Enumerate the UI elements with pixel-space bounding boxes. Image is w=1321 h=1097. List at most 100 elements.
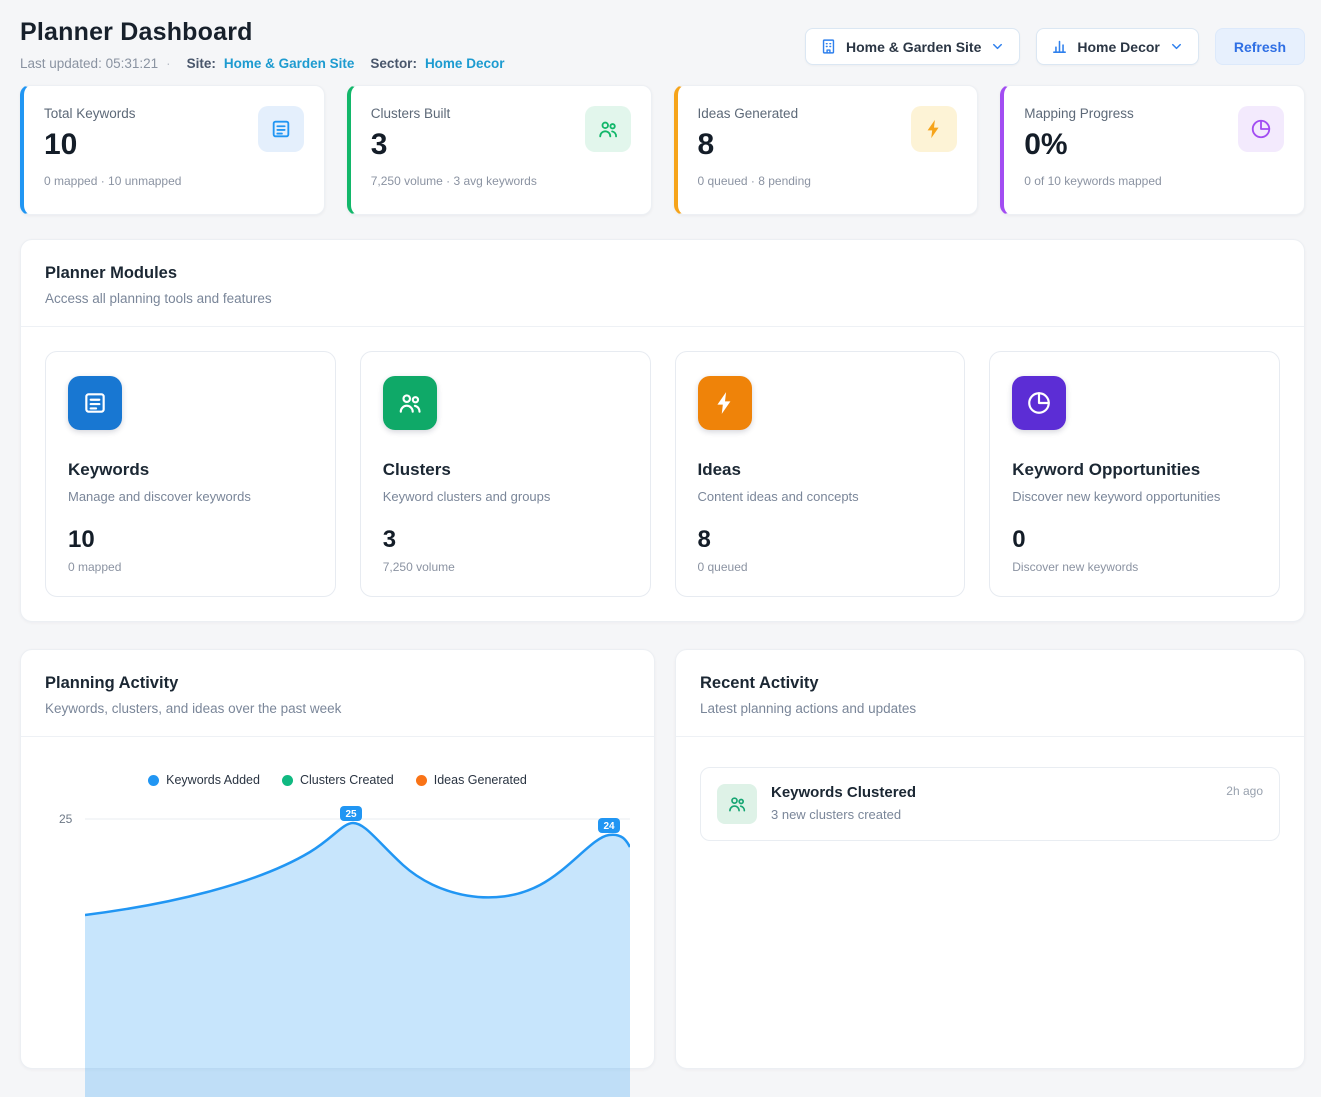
legend-dot-orange	[416, 775, 427, 786]
stat-detail: 7,250 volume · 3 avg keywords	[371, 174, 537, 188]
last-updated-text: Last updated: 05:31:21	[20, 56, 158, 71]
sector-selector-dropdown[interactable]: Home Decor	[1036, 28, 1198, 65]
site-selector-label: Home & Garden Site	[846, 39, 981, 55]
bottom-row: Planning Activity Keywords, clusters, an…	[20, 649, 1305, 1069]
planner-modules-panel: Planner Modules Access all planning tool…	[20, 239, 1305, 622]
stat-detail: 0 of 10 keywords mapped	[1024, 174, 1161, 188]
activity-description: 3 new clusters created	[771, 807, 1263, 822]
group-icon	[585, 106, 631, 152]
bar-chart-icon	[1051, 38, 1068, 55]
legend-label: Ideas Generated	[434, 773, 527, 787]
recent-activity-panel: Recent Activity Latest planning actions …	[675, 649, 1305, 1069]
legend-dot-green	[282, 775, 293, 786]
modules-title: Planner Modules	[45, 264, 1280, 283]
module-card-keyword-opportunities[interactable]: Keyword Opportunities Discover new keywo…	[989, 351, 1280, 597]
lightning-icon	[698, 376, 752, 430]
svg-text:24: 24	[603, 821, 615, 832]
stat-card-total-keywords: Total Keywords 10 0 mapped · 10 unmapped	[20, 85, 325, 215]
stat-value: 8	[698, 130, 811, 160]
module-description: Content ideas and concepts	[698, 489, 943, 504]
meta-separator: ·	[166, 56, 171, 71]
stat-value: 3	[371, 130, 537, 160]
legend-label: Clusters Created	[300, 773, 394, 787]
pie-chart-icon	[1238, 106, 1284, 152]
stats-row: Total Keywords 10 0 mapped · 10 unmapped…	[20, 85, 1305, 215]
module-detail: 7,250 volume	[383, 560, 628, 574]
pie-chart-icon	[1012, 376, 1066, 430]
stat-label: Total Keywords	[44, 106, 181, 121]
module-detail: Discover new keywords	[1012, 560, 1257, 574]
planning-activity-title: Planning Activity	[45, 674, 630, 693]
modules-subtitle: Access all planning tools and features	[45, 291, 1280, 306]
site-selector-dropdown[interactable]: Home & Garden Site	[805, 28, 1020, 65]
module-value: 8	[698, 528, 943, 552]
header-controls: Home & Garden Site Home Decor Refresh	[805, 28, 1305, 65]
header-meta: Last updated: 05:31:21 · Site: Home & Ga…	[20, 56, 504, 71]
module-description: Manage and discover keywords	[68, 489, 313, 504]
sector-link[interactable]: Home Decor	[425, 56, 505, 71]
page-title: Planner Dashboard	[20, 18, 504, 47]
building-icon	[820, 38, 837, 55]
module-title: Clusters	[383, 460, 628, 480]
lightning-icon	[911, 106, 957, 152]
page-header: Planner Dashboard Last updated: 05:31:21…	[20, 18, 1305, 71]
y-axis-tick: 25	[59, 812, 72, 826]
legend-item-ideas-generated[interactable]: Ideas Generated	[416, 773, 527, 787]
stat-value: 10	[44, 130, 181, 160]
legend-item-keywords-added[interactable]: Keywords Added	[148, 773, 260, 787]
legend-item-clusters-created[interactable]: Clusters Created	[282, 773, 394, 787]
modules-grid: Keywords Manage and discover keywords 10…	[21, 327, 1304, 621]
stat-card-ideas-generated: Ideas Generated 8 0 queued · 8 pending	[674, 85, 979, 215]
legend-label: Keywords Added	[166, 773, 260, 787]
stat-detail: 0 queued · 8 pending	[698, 174, 811, 188]
group-icon	[383, 376, 437, 430]
point-label-badge: 25	[340, 806, 362, 821]
planning-activity-panel: Planning Activity Keywords, clusters, an…	[20, 649, 655, 1069]
activity-timestamp: 2h ago	[1226, 784, 1263, 798]
module-description: Discover new keyword opportunities	[1012, 489, 1257, 504]
stat-card-clusters-built: Clusters Built 3 7,250 volume · 3 avg ke…	[347, 85, 652, 215]
stat-detail: 0 mapped · 10 unmapped	[44, 174, 181, 188]
stat-value: 0%	[1024, 130, 1161, 160]
document-icon	[68, 376, 122, 430]
module-card-keywords[interactable]: Keywords Manage and discover keywords 10…	[45, 351, 336, 597]
activity-item-keywords-clustered: Keywords Clustered 2h ago 3 new clusters…	[700, 767, 1280, 841]
module-description: Keyword clusters and groups	[383, 489, 628, 504]
refresh-button[interactable]: Refresh	[1215, 28, 1305, 65]
stat-label: Mapping Progress	[1024, 106, 1161, 121]
site-link[interactable]: Home & Garden Site	[224, 56, 355, 71]
module-detail: 0 mapped	[68, 560, 313, 574]
recent-activity-subtitle: Latest planning actions and updates	[700, 701, 1280, 716]
module-value: 10	[68, 528, 313, 552]
stat-card-mapping-progress: Mapping Progress 0% 0 of 10 keywords map…	[1000, 85, 1305, 215]
stat-label: Clusters Built	[371, 106, 537, 121]
module-card-ideas[interactable]: Ideas Content ideas and concepts 8 0 que…	[675, 351, 966, 597]
document-icon	[258, 106, 304, 152]
sector-selector-label: Home Decor	[1077, 39, 1159, 55]
site-label: Site:	[187, 56, 216, 71]
chevron-down-icon	[990, 39, 1005, 54]
chevron-down-icon	[1169, 39, 1184, 54]
sector-label: Sector:	[370, 56, 417, 71]
planning-activity-chart: 25 24	[85, 797, 630, 1097]
svg-text:25: 25	[345, 809, 357, 820]
module-detail: 0 queued	[698, 560, 943, 574]
module-value: 3	[383, 528, 628, 552]
header-left: Planner Dashboard Last updated: 05:31:21…	[20, 18, 504, 71]
planning-activity-subtitle: Keywords, clusters, and ideas over the p…	[45, 701, 630, 716]
module-value: 0	[1012, 528, 1257, 552]
activity-title: Keywords Clustered	[771, 784, 916, 801]
module-title: Ideas	[698, 460, 943, 480]
module-card-clusters[interactable]: Clusters Keyword clusters and groups 3 7…	[360, 351, 651, 597]
area-fill	[85, 823, 630, 1097]
chart-legend: Keywords Added Clusters Created Ideas Ge…	[45, 773, 630, 787]
group-icon	[717, 784, 757, 824]
recent-activity-title: Recent Activity	[700, 674, 1280, 693]
module-title: Keywords	[68, 460, 313, 480]
stat-label: Ideas Generated	[698, 106, 811, 121]
legend-dot-blue	[148, 775, 159, 786]
point-label-badge: 24	[598, 818, 620, 833]
chart-area: 25 25 24	[45, 797, 630, 1097]
planner-dashboard-page: Planner Dashboard Last updated: 05:31:21…	[0, 0, 1321, 1069]
module-title: Keyword Opportunities	[1012, 460, 1257, 480]
